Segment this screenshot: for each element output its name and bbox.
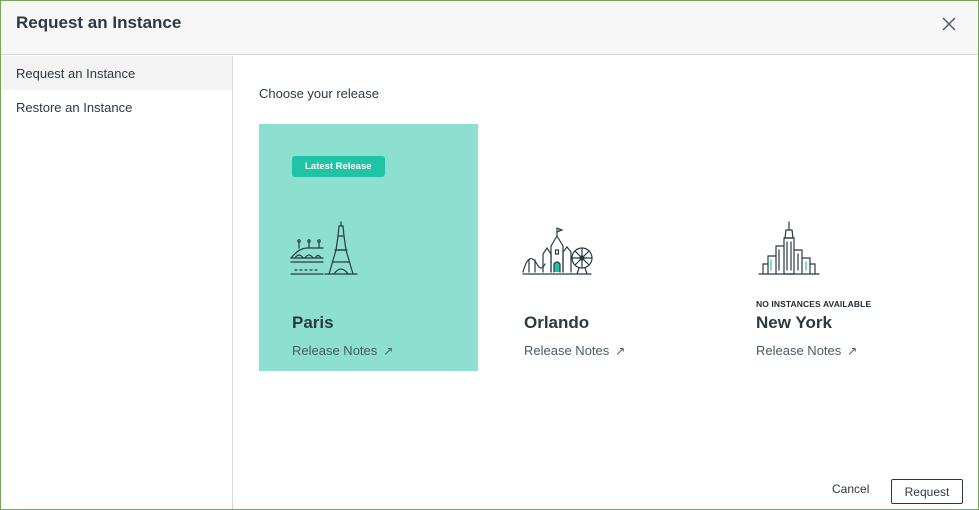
dialog-header: Request an Instance: [1, 1, 978, 55]
sidebar-item-restore-instance[interactable]: Restore an Instance: [1, 90, 232, 124]
release-notes-link-orlando[interactable]: Release Notes ↗: [524, 343, 625, 358]
release-city-new-york: New York: [756, 313, 832, 332]
release-notes-link-paris[interactable]: Release Notes ↗: [292, 343, 393, 358]
close-button[interactable]: [938, 13, 960, 35]
external-link-icon: ↗: [383, 343, 394, 358]
release-card-orlando[interactable]: Orlando Release Notes ↗: [491, 124, 710, 371]
section-title: Choose your release: [259, 86, 379, 101]
main-content: Choose your release Latest Release Paris…: [234, 56, 978, 509]
release-notes-label: Release Notes: [756, 343, 842, 358]
release-notes-label: Release Notes: [524, 343, 610, 358]
request-button[interactable]: Request: [891, 479, 963, 504]
dialog-title: Request an Instance: [16, 13, 182, 32]
close-icon: [942, 17, 956, 31]
external-link-icon: ↗: [615, 343, 626, 358]
latest-release-badge: Latest Release: [292, 156, 385, 177]
release-card-paris[interactable]: Latest Release Paris Release Notes ↗: [259, 124, 478, 371]
sidebar: Request an Instance Restore an Instance: [1, 56, 233, 509]
request-instance-dialog: Request an Instance Request an Instance …: [0, 0, 979, 510]
sidebar-item-request-instance[interactable]: Request an Instance: [1, 56, 232, 90]
release-card-new-york[interactable]: NO INSTANCES AVAILABLE New York Release …: [723, 124, 942, 371]
eiffel-tower-icon: [290, 221, 358, 275]
external-link-icon: ↗: [847, 343, 858, 358]
release-notes-link-new-york[interactable]: Release Notes ↗: [756, 343, 857, 358]
skyline-icon: [758, 221, 820, 275]
release-city-paris: Paris: [292, 313, 334, 332]
release-notes-label: Release Notes: [292, 343, 378, 358]
cancel-button[interactable]: Cancel: [832, 482, 869, 496]
castle-icon: [522, 227, 593, 275]
no-instances-label: NO INSTANCES AVAILABLE: [756, 299, 872, 309]
release-city-orlando: Orlando: [524, 313, 590, 332]
